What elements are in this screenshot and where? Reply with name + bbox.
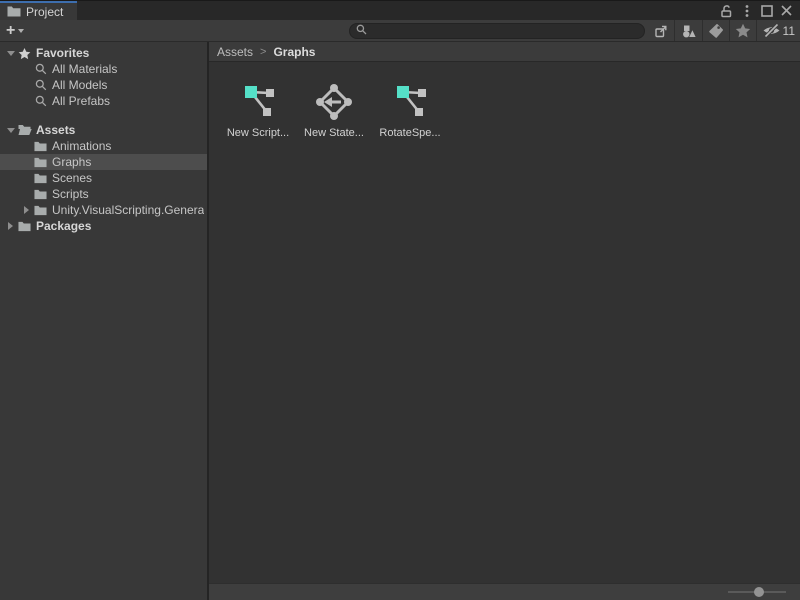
search-icon: [33, 95, 48, 107]
sidebar-item-graphs[interactable]: Graphs: [0, 154, 207, 170]
sidebar-label: Packages: [36, 219, 91, 233]
toolbar: +: [0, 20, 800, 42]
folder-icon: [33, 189, 48, 200]
close-icon[interactable]: [778, 2, 795, 19]
unlock-icon[interactable]: [718, 2, 735, 19]
chevron-down-icon[interactable]: [4, 128, 17, 133]
star-icon: [735, 23, 751, 38]
eye-slash-icon: [762, 23, 781, 38]
breadcrumb-separator: >: [260, 46, 266, 58]
project-window: Project +: [0, 0, 800, 600]
asset-item-rotatespeed[interactable]: RotateSpe...: [373, 82, 447, 139]
hidden-packages-toggle[interactable]: 11: [757, 20, 800, 41]
maximize-icon[interactable]: [758, 2, 775, 19]
chevron-right-icon[interactable]: [20, 206, 33, 214]
asset-grid[interactable]: New Script... New: [209, 62, 800, 583]
sidebar-item-all-models[interactable]: All Models: [0, 77, 207, 93]
sidebar-label: Assets: [36, 123, 75, 137]
kebab-menu-icon[interactable]: [738, 2, 755, 19]
sidebar-label: All Models: [52, 78, 107, 92]
search-icon: [33, 79, 48, 91]
search-icon: [356, 22, 367, 40]
search-by-label-button[interactable]: [703, 20, 729, 41]
tab-title: Project: [26, 5, 63, 19]
search-input[interactable]: [371, 25, 638, 37]
folder-icon: [33, 141, 48, 152]
tag-icon: [708, 23, 724, 39]
open-search-window-button[interactable]: [648, 20, 674, 41]
project-tree-sidebar: Favorites All Materials All Models: [0, 42, 207, 600]
folder-icon: [33, 173, 48, 184]
breadcrumb-current[interactable]: Graphs: [273, 45, 315, 59]
zoom-slider-thumb[interactable]: [754, 587, 764, 597]
asset-item-new-script[interactable]: New Script...: [221, 82, 295, 139]
folder-open-icon: [17, 124, 32, 136]
folder-icon: [33, 157, 48, 168]
sidebar-section-assets[interactable]: Assets: [0, 122, 207, 138]
state-graph-icon: [314, 82, 354, 122]
save-search-button[interactable]: [730, 20, 756, 41]
script-graph-icon: [390, 82, 430, 122]
folder-icon: [7, 6, 21, 17]
sidebar-label: Unity.VisualScripting.Genera: [52, 203, 204, 217]
chevron-down-icon: [18, 29, 24, 33]
hidden-count: 11: [783, 24, 795, 38]
sidebar-label: Graphs: [52, 155, 91, 169]
asset-label: New Script...: [227, 127, 289, 139]
sidebar-label: Scripts: [52, 187, 89, 201]
plus-icon: +: [6, 24, 15, 38]
status-bar: [209, 583, 800, 600]
sidebar-item-scenes[interactable]: Scenes: [0, 170, 207, 186]
type-filter-icon: [680, 23, 697, 39]
script-graph-icon: [238, 82, 278, 122]
search-icon: [33, 63, 48, 75]
star-icon: [17, 47, 32, 60]
search-by-type-button[interactable]: [675, 20, 702, 41]
zoom-slider[interactable]: [728, 586, 786, 598]
sidebar-label: All Prefabs: [52, 94, 110, 108]
sidebar-section-packages[interactable]: Packages: [0, 218, 207, 234]
folder-icon: [33, 205, 48, 216]
sidebar-section-favorites[interactable]: Favorites: [0, 45, 207, 61]
tab-bar: Project: [0, 0, 800, 20]
sidebar-label: Favorites: [36, 46, 89, 60]
asset-label: New State...: [304, 127, 364, 139]
asset-item-new-state[interactable]: New State...: [297, 82, 371, 139]
breadcrumb-assets[interactable]: Assets: [217, 45, 253, 59]
tab-bar-spacer: [77, 1, 718, 20]
breadcrumb: Assets > Graphs: [209, 42, 800, 62]
sidebar-item-animations[interactable]: Animations: [0, 138, 207, 154]
sidebar-label: Animations: [52, 139, 111, 153]
folder-icon: [17, 221, 32, 232]
sidebar-item-all-materials[interactable]: All Materials: [0, 61, 207, 77]
sidebar-item-all-prefabs[interactable]: All Prefabs: [0, 93, 207, 109]
create-asset-button[interactable]: +: [0, 20, 30, 41]
chevron-right-icon[interactable]: [4, 222, 17, 230]
search-field[interactable]: [349, 23, 645, 39]
expand-search-icon: [653, 23, 669, 39]
sidebar-item-scripts[interactable]: Scripts: [0, 186, 207, 202]
tab-project[interactable]: Project: [0, 1, 77, 20]
asset-label: RotateSpe...: [379, 127, 440, 139]
body: Favorites All Materials All Models: [0, 42, 800, 600]
asset-pane: Assets > Graphs New Script: [209, 42, 800, 600]
sidebar-item-unity-visualscripting[interactable]: Unity.VisualScripting.Genera: [0, 202, 207, 218]
sidebar-label: Scenes: [52, 171, 92, 185]
chevron-down-icon[interactable]: [4, 51, 17, 56]
window-controls: [718, 1, 800, 20]
sidebar-label: All Materials: [52, 62, 117, 76]
